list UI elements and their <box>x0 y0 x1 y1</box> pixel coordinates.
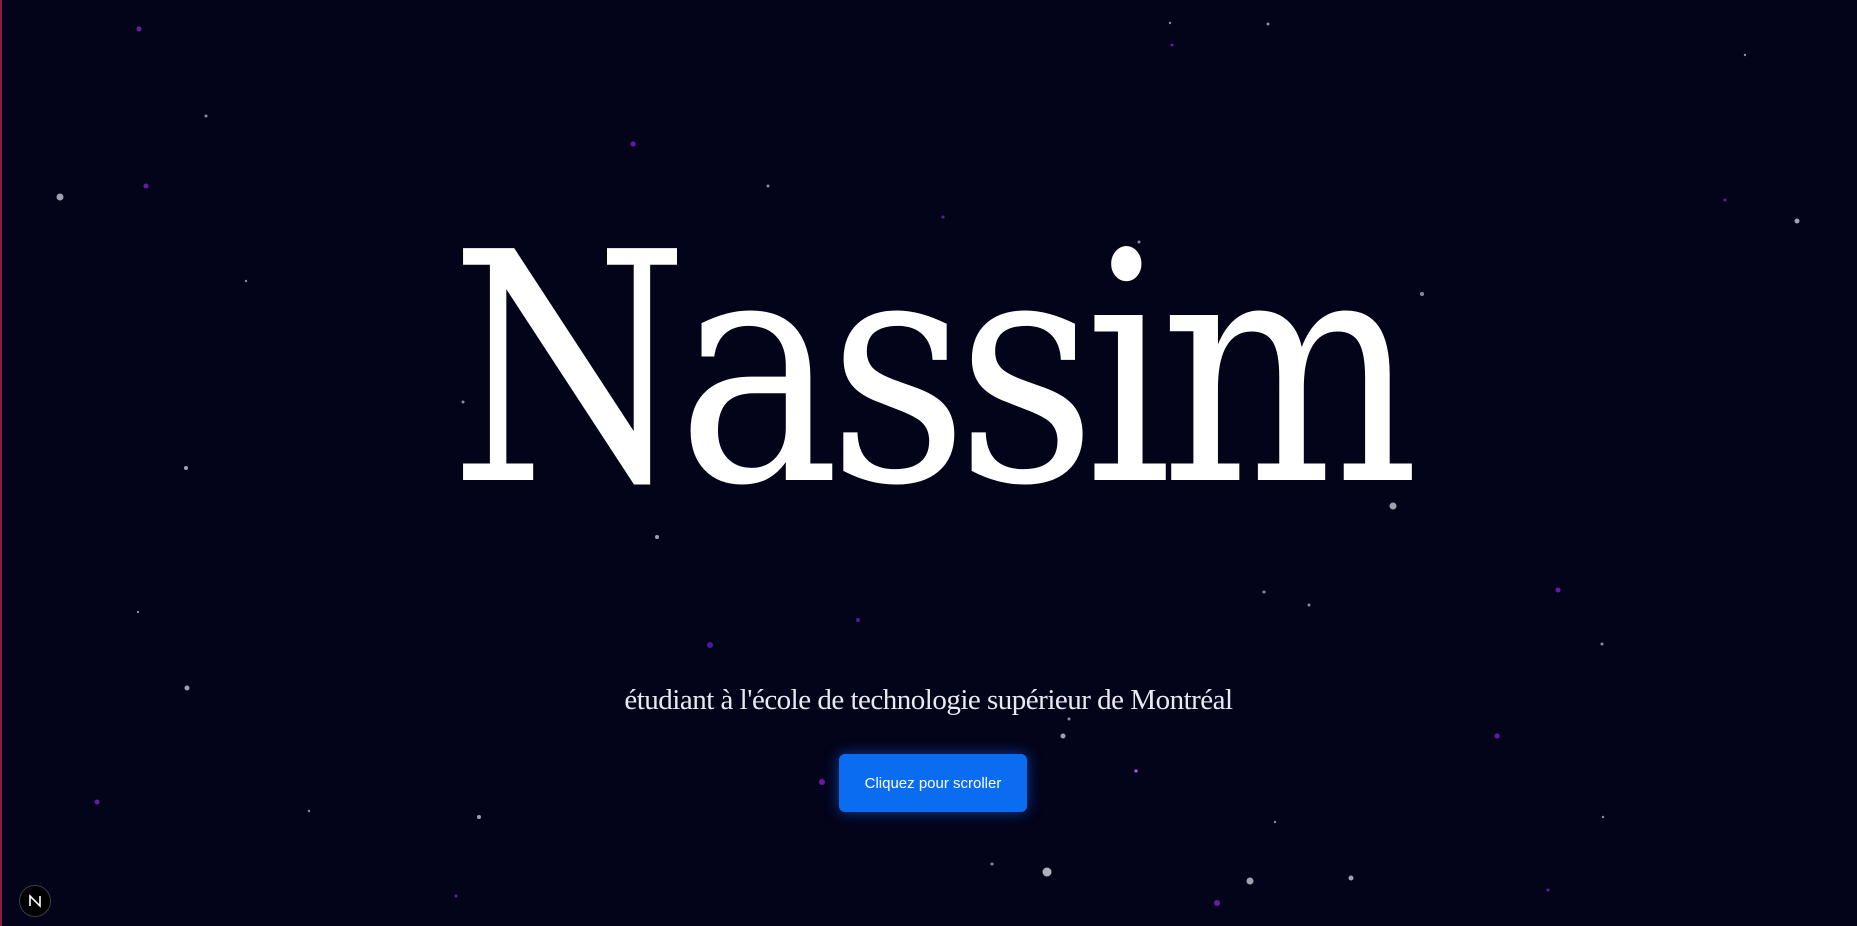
star <box>1214 900 1220 906</box>
star <box>819 779 825 785</box>
hero-title: Nassim <box>449 185 1420 555</box>
star <box>1273 820 1277 824</box>
star <box>990 862 994 866</box>
star <box>1794 218 1800 224</box>
star <box>856 618 860 622</box>
star <box>1170 43 1174 47</box>
star <box>1600 642 1604 646</box>
hero-page: Nassim étudiant à l'école de technologie… <box>0 0 1857 926</box>
star <box>1307 603 1311 607</box>
star <box>56 193 64 201</box>
star <box>1555 587 1561 593</box>
star <box>1042 867 1052 877</box>
star <box>1262 590 1266 594</box>
star <box>1743 53 1747 57</box>
star <box>136 610 140 614</box>
star <box>1134 769 1138 773</box>
star <box>94 799 100 805</box>
star <box>454 894 458 898</box>
star <box>1266 22 1270 26</box>
star <box>1246 877 1254 885</box>
star <box>477 815 481 819</box>
star <box>707 642 713 648</box>
scroll-cta-button[interactable]: Cliquez pour scroller <box>839 754 1027 812</box>
star <box>1348 875 1354 881</box>
star <box>143 183 149 189</box>
star <box>1060 733 1066 739</box>
star <box>630 141 636 147</box>
star <box>204 114 208 118</box>
nextjs-dev-indicator[interactable] <box>19 885 51 917</box>
hero-subtitle: étudiant à l'école de technologie supéri… <box>624 684 1233 716</box>
star <box>1168 21 1172 25</box>
star <box>1494 733 1500 739</box>
star <box>307 809 311 813</box>
star <box>136 26 142 32</box>
star <box>1601 815 1605 819</box>
nextjs-logo-icon <box>29 894 41 908</box>
star <box>1546 888 1550 892</box>
